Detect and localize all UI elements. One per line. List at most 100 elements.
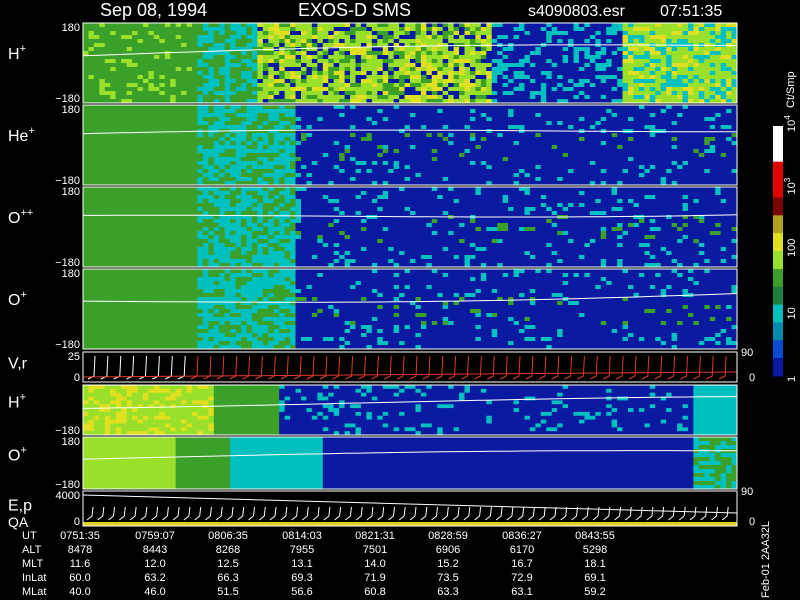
heatmap-cell: [513, 23, 520, 28]
heatmap-cell: [584, 137, 591, 142]
heatmap-cell: [502, 105, 509, 110]
heatmap-cell: [671, 71, 678, 76]
heatmap-cell: [230, 71, 236, 76]
heatmap-cell: [257, 153, 264, 158]
heatmap-cell: [606, 121, 613, 126]
heatmap-cell: [720, 23, 727, 28]
heatmap-cell: [241, 63, 247, 68]
heatmap-cell: [153, 121, 160, 126]
heatmap-cell: [279, 67, 286, 72]
heatmap-cell: [535, 63, 542, 68]
heatmap-cell: [350, 35, 356, 40]
heatmap-cell: [682, 31, 689, 36]
heatmap-cell: [589, 169, 596, 174]
heatmap-cell: [104, 227, 111, 232]
heatmap-cell: [388, 79, 395, 84]
heatmap-cell: [219, 177, 226, 182]
heatmap-cell: [360, 55, 367, 60]
heatmap-cell: [224, 137, 231, 142]
heatmap-cell: [110, 83, 117, 88]
heatmap-cell: [377, 113, 384, 118]
heatmap-cell: [159, 133, 166, 138]
heatmap-cell: [110, 251, 117, 256]
heatmap-cell: [235, 109, 242, 114]
heatmap-cell: [382, 173, 389, 178]
heatmap-cell: [284, 109, 291, 114]
heatmap-cell: [551, 91, 558, 96]
heatmap-cell: [589, 55, 596, 60]
heatmap-cell: [257, 169, 264, 174]
heatmap-cell: [328, 23, 335, 28]
heatmap-cell: [491, 55, 498, 60]
heatmap-cell: [399, 87, 405, 92]
heatmap-cell: [382, 145, 389, 150]
heatmap-cell: [720, 121, 727, 126]
heatmap-cell: [704, 137, 711, 142]
heatmap-cell: [644, 121, 651, 126]
heatmap-cell: [491, 125, 498, 130]
heatmap-cell: [453, 91, 460, 96]
heatmap-cell: [317, 169, 324, 174]
heatmap-cell: [568, 161, 574, 166]
heatmap-cell: [562, 27, 569, 32]
heatmap-cell: [339, 153, 345, 158]
heatmap-cell: [415, 39, 422, 44]
heatmap-cell: [219, 105, 226, 110]
heatmap-cell: [410, 39, 416, 44]
heatmap-cell: [279, 121, 286, 126]
heatmap-cell: [606, 75, 613, 80]
heatmap-cell: [83, 79, 89, 84]
heatmap-cell: [600, 149, 607, 154]
heatmap-cell: [687, 27, 694, 32]
heatmap-cell: [339, 117, 345, 122]
heatmap-cell: [388, 149, 395, 154]
heatmap-cell: [437, 165, 444, 170]
heatmap-cell: [584, 67, 591, 72]
heatmap-cell: [262, 157, 269, 162]
heatmap-cell: [88, 31, 95, 36]
heatmap-cell: [469, 173, 476, 178]
heatmap-cell: [382, 165, 389, 170]
heatmap-cell: [371, 105, 378, 110]
heatmap-cell: [644, 79, 651, 84]
heatmap-cell: [415, 87, 422, 92]
heatmap-cell: [671, 149, 678, 154]
heatmap-cell: [442, 161, 449, 166]
heatmap-cell: [486, 47, 493, 52]
heatmap-cell: [126, 23, 133, 28]
heatmap-cell: [595, 125, 602, 130]
heatmap-cell: [170, 125, 177, 130]
heatmap-cell: [415, 161, 422, 166]
heatmap-cell: [83, 243, 89, 248]
heatmap-cell: [115, 71, 122, 76]
heatmap-cell: [420, 169, 427, 174]
heatmap-cell: [415, 35, 422, 40]
heatmap-cell: [115, 121, 122, 126]
heatmap-cell: [88, 145, 95, 150]
heatmap-cell: [551, 23, 558, 28]
heatmap-cell: [93, 235, 100, 240]
heatmap-cell: [366, 35, 373, 40]
heatmap-cell: [246, 137, 253, 142]
heatmap-cell: [388, 137, 395, 142]
heatmap-cell: [448, 129, 454, 134]
heatmap-cell: [709, 145, 716, 150]
heatmap-cell: [192, 113, 198, 118]
heatmap-cell: [355, 83, 362, 88]
heatmap-cell: [606, 149, 613, 154]
heatmap-cell: [257, 39, 264, 44]
heatmap-cell: [600, 113, 607, 118]
heatmap-cell: [513, 137, 520, 142]
heatmap-cell: [257, 133, 264, 138]
heatmap-cell: [644, 145, 651, 150]
heatmap-cell: [469, 113, 476, 118]
heatmap-cell: [148, 133, 155, 138]
heatmap-cell: [382, 75, 389, 80]
heatmap-cell: [301, 141, 307, 146]
heatmap-cell: [126, 247, 133, 252]
heatmap-cell: [121, 187, 127, 192]
heatmap-cell: [666, 23, 672, 28]
heatmap-cell: [687, 51, 694, 56]
heatmap-cell: [246, 27, 253, 32]
heatmap-cell: [104, 187, 111, 192]
